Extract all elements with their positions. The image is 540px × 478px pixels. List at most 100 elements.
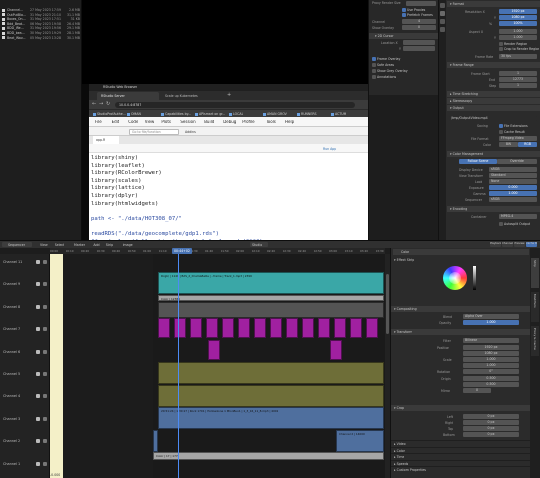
- resolution-y-field[interactable]: 1080 px: [499, 15, 537, 20]
- channel-row[interactable]: Channel 7: [0, 321, 50, 343]
- channel-row[interactable]: Channel 4: [0, 388, 50, 410]
- image-strip-5[interactable]: [238, 318, 250, 338]
- frame-start-field[interactable]: 1: [499, 71, 537, 76]
- strip-section[interactable]: ▸ Custom Properties: [391, 466, 531, 473]
- menu-edit[interactable]: Edit: [112, 120, 120, 124]
- code-editor[interactable]: library(shiny) library(leaflet) library(RC…: [89, 153, 368, 245]
- channel-row[interactable]: Channel 3: [0, 411, 50, 433]
- color-strip[interactable]: Color | 12389: [158, 295, 384, 301]
- channel-mute-icon[interactable]: [36, 416, 40, 421]
- image-strip-9[interactable]: [302, 318, 314, 338]
- sound-strip-top[interactable]: Rcgb/ | 1141 | BdS_2_Drum&BeRa | ..frame…: [158, 272, 384, 294]
- frame-rate-dropdown[interactable]: 30 fps: [499, 54, 537, 59]
- frame-end-field[interactable]: 12773: [499, 77, 537, 82]
- look-field[interactable]: None: [489, 179, 537, 184]
- color-management-section[interactable]: ▾ Color Management: [447, 151, 540, 157]
- bookmark[interactable]: ACTUM: [331, 112, 346, 116]
- image-strip-8[interactable]: [286, 318, 298, 338]
- menu-code[interactable]: Code: [128, 120, 138, 124]
- overlay-section[interactable]: ▾ 2D Cursor: [369, 33, 439, 39]
- image-strip-6[interactable]: [254, 318, 266, 338]
- opacity-field[interactable]: 1.000: [463, 320, 519, 325]
- color-strip-bottom[interactable]: Color | 17 | 1776: [153, 452, 384, 460]
- origin-x-field[interactable]: 0.500: [463, 376, 519, 381]
- image-strip-solo-a[interactable]: [208, 340, 220, 360]
- channel-mute-icon[interactable]: [36, 394, 40, 399]
- channel-lock-icon[interactable]: [43, 439, 47, 444]
- seq-menu-image[interactable]: Image: [123, 243, 133, 247]
- channel-mute-icon[interactable]: [36, 282, 40, 287]
- menu-plots[interactable]: Plots: [161, 120, 171, 124]
- cursor-y-field[interactable]: [403, 46, 435, 51]
- channel-mute-icon[interactable]: [36, 439, 40, 444]
- bookmark[interactable]: Capabilities by...: [161, 112, 191, 116]
- seq-menu-select[interactable]: Select: [55, 243, 65, 247]
- channel-row[interactable]: Channel 5: [0, 366, 50, 388]
- channel-lock-icon[interactable]: [43, 327, 47, 332]
- origin-y-field[interactable]: 0.500: [463, 381, 519, 387]
- exposure-field[interactable]: 0.000: [489, 185, 537, 190]
- checkbox[interactable]: [402, 8, 406, 12]
- option-1[interactable]: Prefetch Frames: [372, 13, 436, 18]
- format-section[interactable]: ▾ Format: [447, 1, 540, 7]
- checkbox[interactable]: [372, 69, 376, 73]
- sidebar-tab[interactable]: Proxy & Cache: [531, 326, 539, 356]
- timeline-area[interactable]: -0.000 Rcgb/ | 1141 | BdS_2_Drum&BeRa | …: [50, 254, 385, 478]
- channel-row[interactable]: Channel 11: [0, 254, 50, 276]
- bookmark[interactable]: StudioProfAuthe...: [93, 112, 126, 116]
- meta-strip[interactable]: [158, 302, 384, 318]
- image-strip-1[interactable]: [174, 318, 186, 338]
- checkbox[interactable]: [372, 63, 376, 67]
- aspect-x-field[interactable]: 1.000: [499, 29, 537, 34]
- checkbox[interactable]: [402, 13, 406, 17]
- color-bw-button[interactable]: BW: [499, 142, 518, 147]
- channel-mute-icon[interactable]: [36, 349, 40, 354]
- channel-lock-icon[interactable]: [43, 304, 47, 309]
- adjustment-strip-a[interactable]: [158, 362, 384, 384]
- cursor-x-field[interactable]: [403, 40, 435, 45]
- menu-help[interactable]: Help: [285, 120, 294, 124]
- menu-file[interactable]: File: [95, 120, 102, 124]
- channel-mute-icon[interactable]: [36, 461, 40, 466]
- crop-section[interactable]: ▾ Crop: [391, 405, 531, 411]
- field-value[interactable]: 0: [402, 25, 436, 30]
- section-toggle[interactable]: Annotations: [372, 75, 436, 81]
- proxy-size-dropdown[interactable]: [406, 1, 436, 6]
- display-device-field[interactable]: sRGB: [489, 167, 537, 172]
- new-tab-button[interactable]: +: [227, 92, 231, 98]
- menu-debug[interactable]: Debug: [223, 120, 236, 124]
- seq-menu-add[interactable]: Add: [93, 243, 99, 247]
- sidebar-tab[interactable]: Modifiers: [531, 292, 539, 322]
- seq-menu-strip[interactable]: Strip: [106, 243, 114, 247]
- channel-lock-icon[interactable]: [43, 349, 47, 354]
- channel-mute-icon[interactable]: [36, 304, 40, 309]
- run-app-button[interactable]: Run App: [321, 145, 343, 152]
- checkbox[interactable]: [499, 47, 503, 51]
- image-strip-4[interactable]: [222, 318, 234, 338]
- adjustment-strip-b[interactable]: [158, 385, 384, 407]
- url-field[interactable]: 10.0.0.4:8787: [115, 101, 355, 108]
- editor-type-dropdown[interactable]: Sequencer: [2, 242, 32, 247]
- color-brightness-slider[interactable]: [473, 266, 476, 290]
- position-y-field[interactable]: 1080 px: [463, 350, 519, 356]
- channel-lock-icon[interactable]: [43, 260, 47, 264]
- checkbox[interactable]: [372, 75, 376, 79]
- menu-view[interactable]: View: [145, 120, 155, 124]
- reload-icon[interactable]: ↻: [106, 101, 110, 107]
- checkbox[interactable]: [372, 57, 376, 61]
- gamma-field[interactable]: 1.000: [489, 191, 537, 196]
- filter-dropdown[interactable]: Bilinear: [463, 338, 519, 343]
- color-rgb-button[interactable]: RGB: [518, 142, 537, 147]
- image-strip-solo-b[interactable]: [330, 340, 342, 360]
- image-strip-7[interactable]: [270, 318, 282, 338]
- bookmark[interactable]: OMAN: [127, 112, 141, 116]
- back-icon[interactable]: ←: [92, 101, 96, 107]
- checkbox[interactable]: [499, 42, 503, 46]
- image-strip-11[interactable]: [334, 318, 346, 338]
- movie-strip[interactable]: 20:51:24 | 1:30:17 | Rock 1701 | Hollowz…: [158, 407, 384, 429]
- container-dropdown[interactable]: MPEG-4: [499, 214, 537, 219]
- header-button[interactable]: Channels: [502, 242, 513, 247]
- channel-mute-icon[interactable]: [36, 327, 40, 332]
- effect-strip-section[interactable]: ▾ Effect Strip: [394, 258, 414, 262]
- resolution-percent-field[interactable]: 100%: [499, 21, 537, 26]
